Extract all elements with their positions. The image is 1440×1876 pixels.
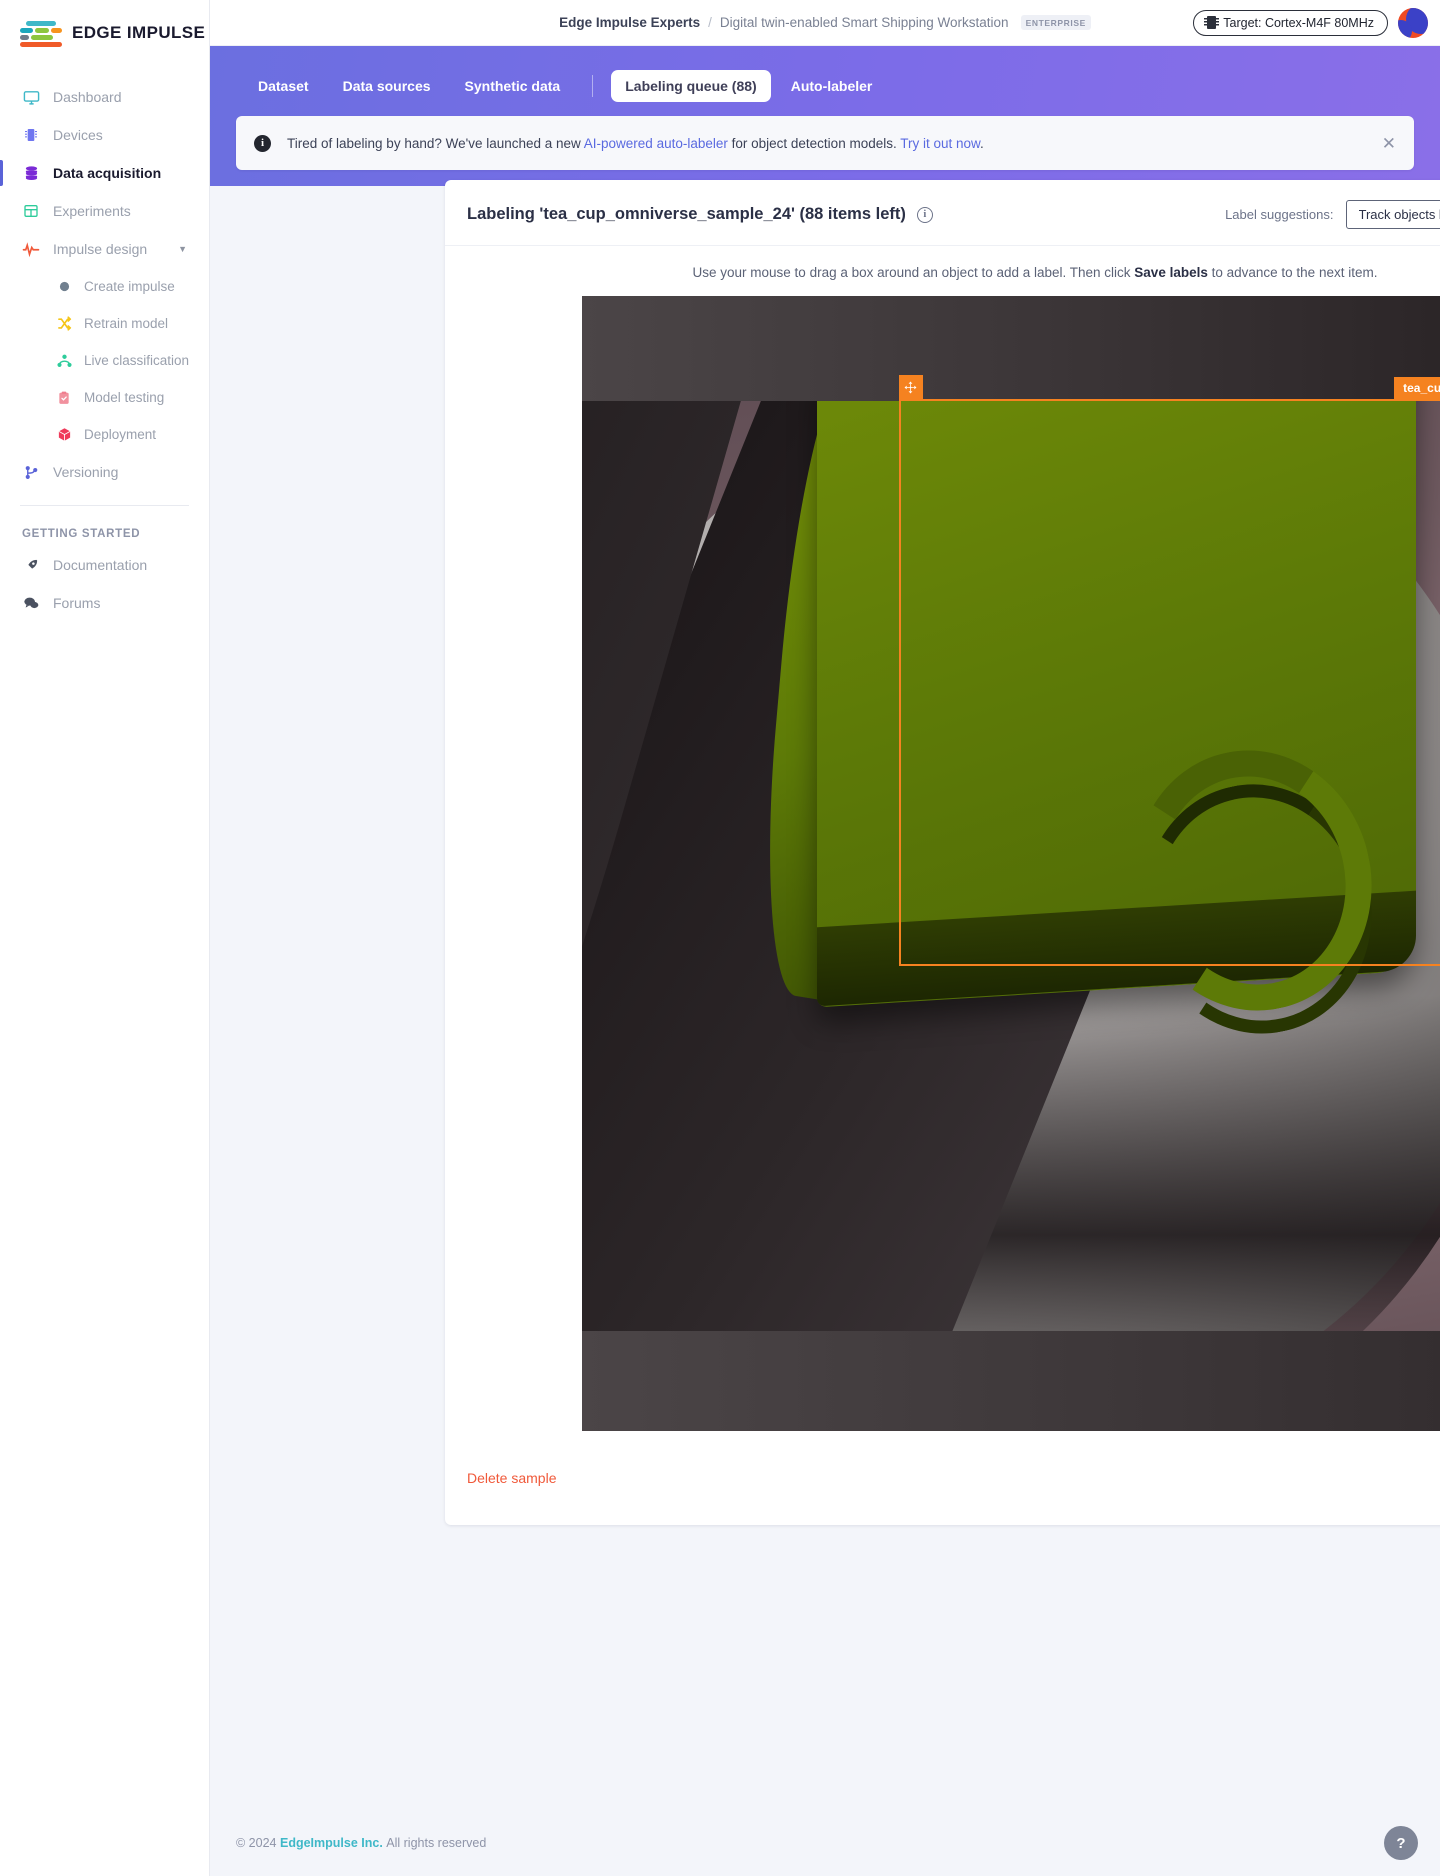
top-bar-right: Target: Cortex-M4F 80MHz (1193, 7, 1440, 38)
brand-logo[interactable]: EDGE IMPULSE (0, 0, 209, 48)
hint-text-after: to advance to the next item. (1207, 265, 1378, 280)
labeling-hint: Use your mouse to drag a box around an o… (445, 246, 1440, 296)
breadcrumb-separator: / (708, 15, 712, 30)
sidebar-subitem-label: Create impulse (84, 279, 175, 294)
tab-dataset[interactable]: Dataset (244, 70, 323, 102)
tab-bar: Dataset Data sources Synthetic data Labe… (210, 46, 1440, 106)
delete-sample-button[interactable]: Delete sample (467, 1470, 557, 1486)
plan-badge: ENTERPRISE (1020, 15, 1091, 30)
hint-text-before: Use your mouse to drag a box around an o… (692, 265, 1135, 280)
database-icon (22, 164, 40, 182)
sidebar: EDGE IMPULSE Dashboard Devices Data acqu… (0, 0, 210, 1876)
dot-icon (56, 279, 72, 295)
tab-synthetic-data[interactable]: Synthetic data (451, 70, 575, 102)
help-icon[interactable]: ? (1384, 1826, 1418, 1860)
breadcrumb-org[interactable]: Edge Impulse Experts (559, 15, 700, 30)
tab-labeling-queue[interactable]: Labeling queue (88) (611, 70, 771, 102)
labeling-card-header-right: Label suggestions: Track objects between… (1225, 200, 1440, 229)
pulse-icon (22, 240, 40, 258)
labeling-canvas[interactable]: tea_cup (581, 296, 1440, 1431)
notice-text-after: . (980, 135, 984, 151)
footer-text: © 2024 EdgeImpulse Inc. All rights reser… (236, 1836, 486, 1850)
box-icon (56, 427, 72, 443)
target-label: Target: Cortex-M4F 80MHz (1223, 15, 1374, 30)
close-icon[interactable]: ✕ (1382, 135, 1396, 152)
page-footer: © 2024 EdgeImpulse Inc. All rights reser… (210, 1810, 1440, 1876)
chip-icon (22, 126, 40, 144)
sidebar-subitem-label: Model testing (84, 390, 165, 405)
sidebar-item-versioning[interactable]: Versioning (0, 453, 209, 491)
grid-icon (22, 202, 40, 220)
sidebar-subitem-label: Deployment (84, 427, 157, 442)
bounding-box-label-text: tea_cup (1403, 381, 1440, 395)
sidebar-item-model-testing[interactable]: Model testing (0, 379, 209, 416)
branch-icon (22, 463, 40, 481)
notice-text-mid: for object detection models. (727, 135, 901, 151)
sidebar-item-devices[interactable]: Devices (0, 116, 209, 154)
bounding-box[interactable]: tea_cup (898, 375, 1440, 966)
info-icon: i (254, 134, 271, 152)
top-bar: Edge Impulse Experts / Digital twin-enab… (210, 0, 1440, 46)
info-icon[interactable]: i (916, 206, 933, 223)
footer-rights: All rights reserved (386, 1836, 487, 1850)
label-suggestions-label: Label suggestions: (1225, 207, 1334, 222)
breadcrumb-project[interactable]: Digital twin-enabled Smart Shipping Work… (720, 15, 1009, 30)
notice-text: Tired of labeling by hand? We've launche… (287, 136, 984, 151)
sidebar-item-label: Impulse design (53, 241, 148, 257)
chevron-down-icon[interactable]: ▼ (178, 244, 187, 254)
labeling-card-header: Labeling 'tea_cup_omniverse_sample_24' (… (445, 180, 1440, 245)
sidebar-subitem-label: Retrain model (84, 316, 169, 331)
sidebar-item-label: Forums (53, 595, 101, 611)
labeling-card-footer: Delete sample Save labels (445, 1431, 1440, 1525)
clipboard-check-icon (56, 390, 72, 406)
main-area: Edge Impulse Experts / Digital twin-enab… (210, 0, 1440, 1876)
sidebar-subitem-label: Live classification (84, 353, 190, 368)
sidebar-item-live-classification[interactable]: Live classification (0, 342, 209, 379)
footer-company: EdgeImpulse Inc. (279, 1836, 383, 1850)
hint-text-bold: Save labels (1134, 265, 1208, 280)
notice-text-before: Tired of labeling by hand? We've launche… (287, 135, 584, 151)
sidebar-item-label: Dashboard (53, 89, 122, 105)
shuffle-icon (56, 316, 72, 332)
sidebar-item-label: Versioning (53, 464, 119, 480)
move-arrows-icon[interactable] (898, 375, 923, 399)
tab-divider (592, 75, 594, 97)
network-icon (56, 353, 72, 369)
footer-copyright: © 2024 (236, 1836, 277, 1850)
page-title: Labeling 'tea_cup_omniverse_sample_24' (… (467, 205, 906, 223)
auto-labeler-link[interactable]: AI-powered auto-labeler (584, 136, 728, 151)
try-it-now-link[interactable]: Try it out now (900, 136, 980, 151)
chip-icon (1204, 16, 1220, 29)
tab-data-sources[interactable]: Data sources (329, 70, 445, 102)
sidebar-item-impulse-design[interactable]: Impulse design ▼ (0, 230, 209, 268)
sidebar-item-label: Data acquisition (53, 165, 162, 181)
target-button[interactable]: Target: Cortex-M4F 80MHz (1193, 9, 1388, 36)
sidebar-item-data-acquisition[interactable]: Data acquisition (0, 154, 209, 192)
sidebar-nav: Dashboard Devices Data acquisition Exper… (0, 78, 209, 622)
labeling-image-wrap: tea_cup (445, 296, 1440, 1431)
sidebar-item-label: Documentation (53, 557, 148, 573)
tab-auto-labeler[interactable]: Auto-labeler (777, 70, 887, 102)
sidebar-item-retrain-model[interactable]: Retrain model (0, 305, 209, 342)
rocket-icon (22, 556, 40, 574)
bounding-box-label[interactable]: tea_cup (1394, 377, 1440, 399)
sidebar-item-forums[interactable]: Forums (0, 584, 209, 622)
sidebar-item-experiments[interactable]: Experiments (0, 192, 209, 230)
sidebar-item-label: Devices (53, 127, 103, 143)
monitor-icon (22, 88, 40, 106)
brand-name: EDGE IMPULSE (72, 23, 206, 42)
label-suggestions-select[interactable]: Track objects between frames Classify ob… (1345, 200, 1440, 229)
sidebar-item-deployment[interactable]: Deployment (0, 416, 209, 453)
sidebar-item-label: Experiments (53, 203, 131, 219)
sidebar-item-dashboard[interactable]: Dashboard (0, 78, 209, 116)
auto-labeler-notice: i Tired of labeling by hand? We've launc… (236, 116, 1414, 170)
edge-impulse-logo-icon (20, 20, 62, 47)
labeling-card: Labeling 'tea_cup_omniverse_sample_24' (… (445, 180, 1440, 1525)
avatar[interactable] (1398, 7, 1428, 38)
chat-icon (22, 594, 40, 612)
sidebar-item-create-impulse[interactable]: Create impulse (0, 268, 209, 305)
sidebar-item-documentation[interactable]: Documentation (0, 546, 209, 584)
sidebar-section-title: GETTING STARTED (22, 528, 141, 540)
section-band: Dataset Data sources Synthetic data Labe… (210, 46, 1440, 186)
